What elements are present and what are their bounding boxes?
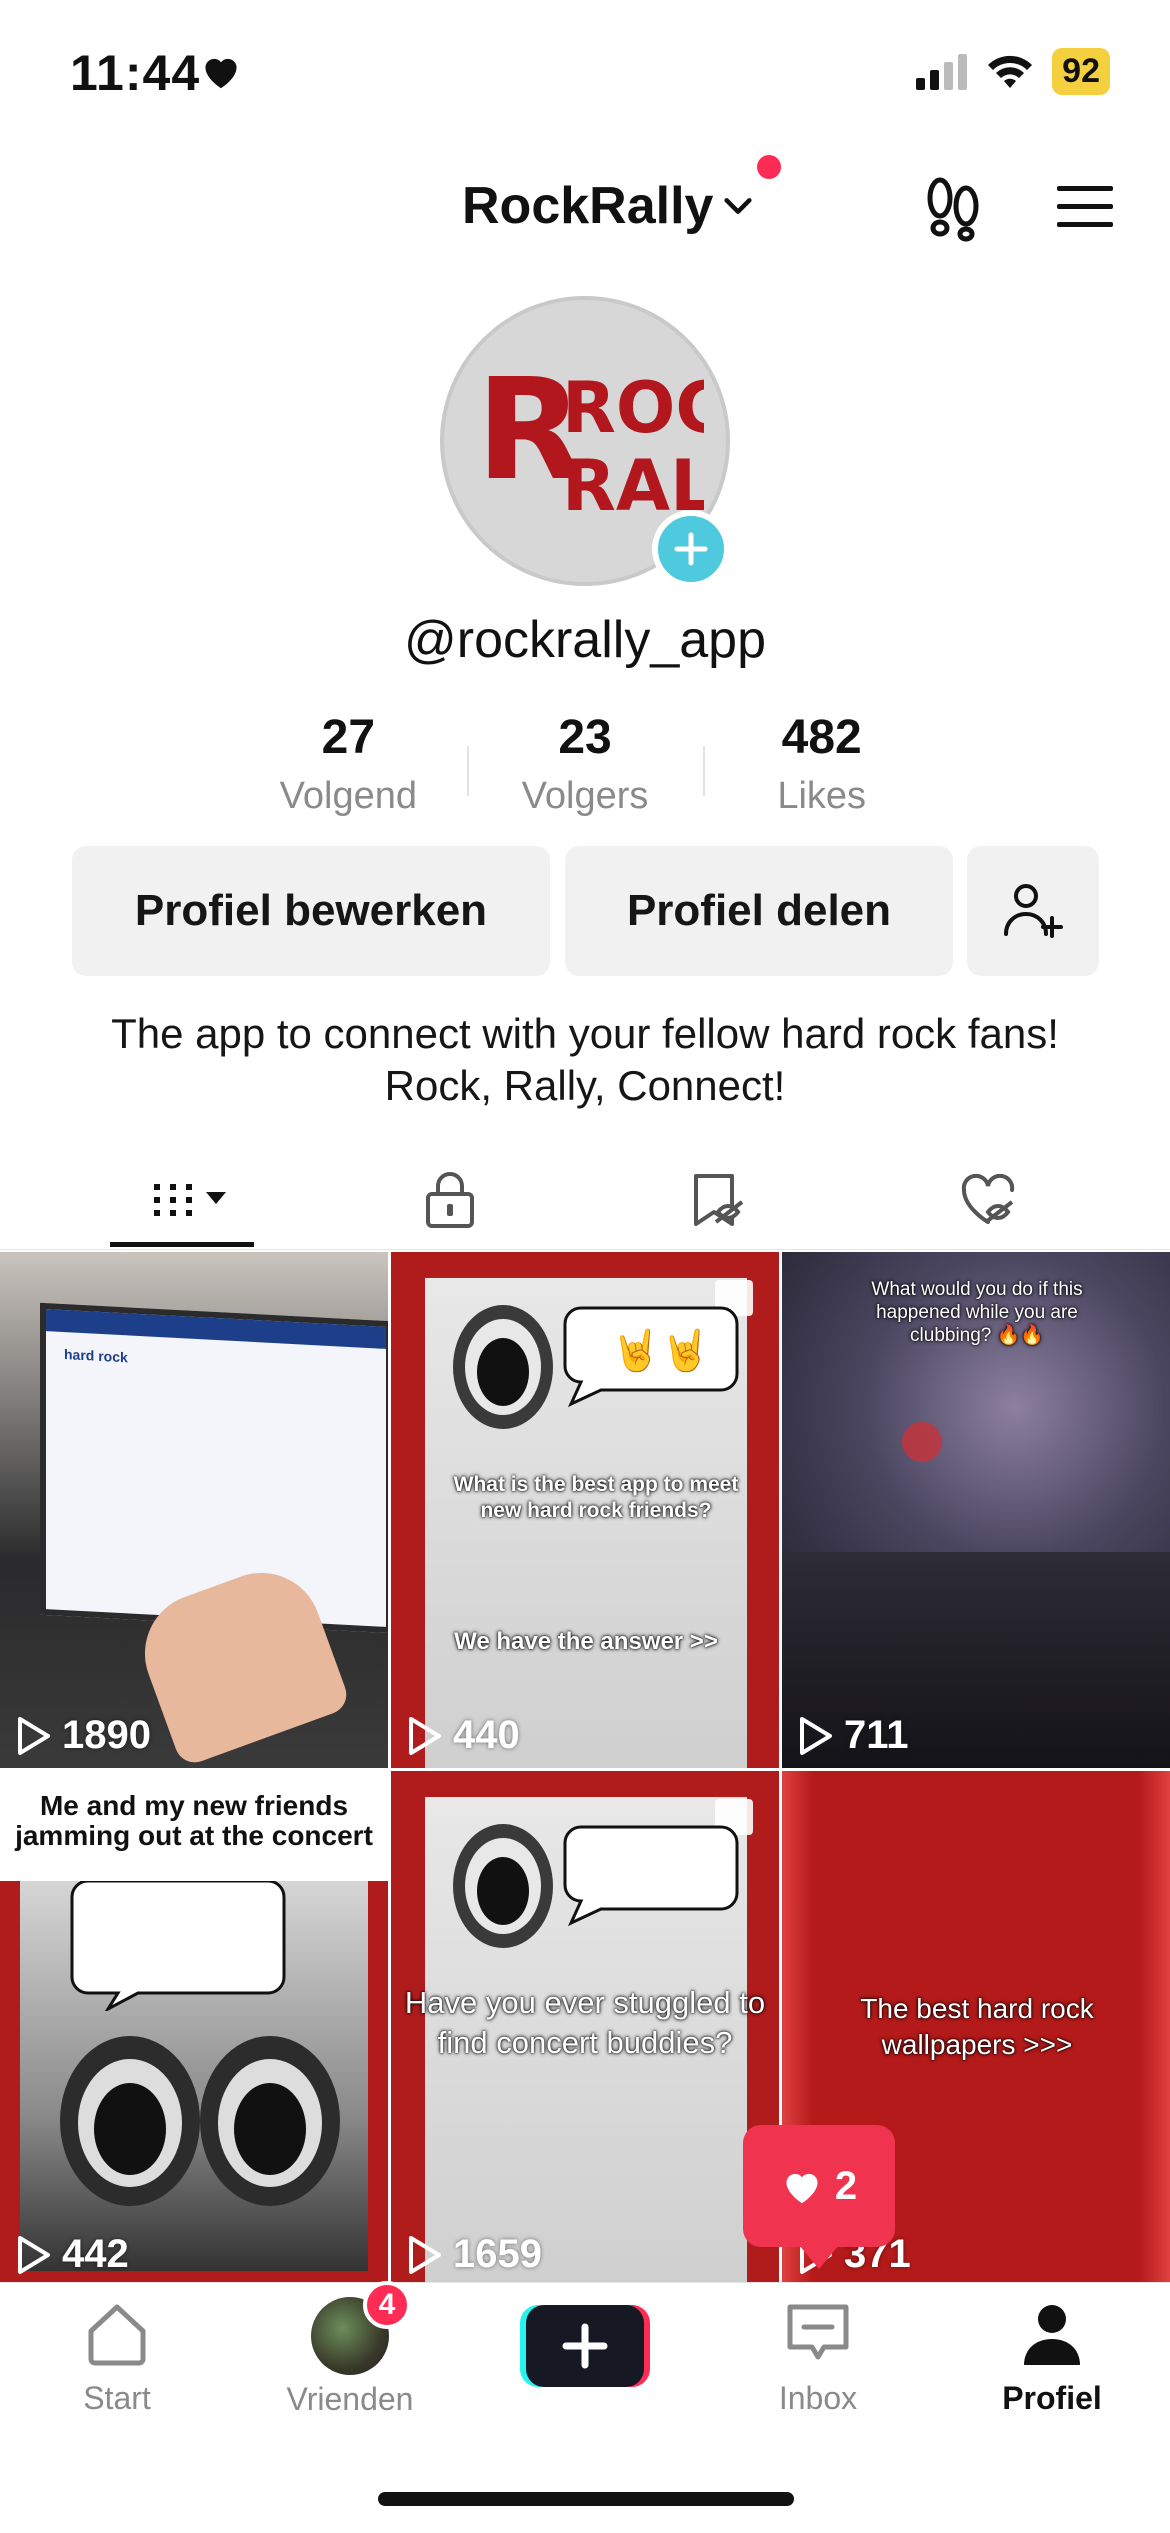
tabs-divider: [0, 1249, 1170, 1250]
create-button[interactable]: [520, 2305, 650, 2387]
tab-saved[interactable]: [660, 1150, 780, 1250]
speech-bubble: [563, 1825, 739, 1927]
like-count: 2: [834, 2163, 858, 2208]
play-icon: [18, 2235, 50, 2274]
friends-badge: 4: [363, 2281, 411, 2329]
battery-indicator: 92: [1052, 48, 1110, 95]
stat-followers[interactable]: 23 Volgers: [466, 710, 704, 818]
nav-inbox[interactable]: Inbox: [718, 2297, 918, 2417]
account-switcher[interactable]: RockRally: [462, 176, 755, 236]
tab-liked[interactable]: [930, 1150, 1050, 1250]
speech-bubble: [70, 1881, 286, 2011]
video-tile[interactable]: hard rock 1890: [0, 1252, 388, 1768]
view-count: 442: [16, 2232, 129, 2277]
play-icon: [409, 1716, 441, 1755]
play-icon: [18, 1716, 50, 1755]
video-caption: Have you ever stuggled to find concert b…: [404, 1985, 766, 2060]
grid-icon: [154, 1184, 226, 1216]
nav-friends[interactable]: 4 Vrienden: [250, 2281, 450, 2418]
username: @rockrally_app: [403, 611, 767, 669]
heart-hidden-icon: [961, 1173, 1015, 1224]
nav-label: Vrienden: [286, 2381, 414, 2417]
svg-text:ROCK: ROCK: [562, 367, 704, 449]
play-icon: [409, 2235, 441, 2274]
active-tab-indicator: [110, 1242, 254, 1247]
mouths-image: [60, 2036, 340, 2206]
add-friend-button[interactable]: [967, 846, 1099, 976]
profile-bio: The app to connect with your fellow hard…: [111, 1010, 1059, 1109]
video-caption: What would you do if this happened while…: [871, 1279, 1083, 1346]
svg-text:🤘🤘: 🤘🤘: [611, 1326, 711, 1374]
notification-dot: [757, 155, 781, 179]
video-question: What is the best app to meet new hard ro…: [453, 1473, 739, 1522]
stat-label: Likes: [777, 775, 867, 817]
video-tile[interactable]: What would you do if this happened while…: [782, 1252, 1170, 1768]
edit-profile-button[interactable]: Profiel bewerken: [72, 846, 550, 976]
stat-value: 23: [558, 711, 612, 764]
share-profile-button[interactable]: Profiel delen: [565, 846, 953, 976]
stat-following[interactable]: 27 Volgend: [230, 710, 467, 818]
chevron-down-icon: [724, 198, 753, 214]
inbox-icon: [787, 2304, 849, 2360]
video-tile[interactable]: Have you ever stuggled to find concert b…: [391, 1771, 779, 2287]
add-story-button[interactable]: [652, 510, 730, 588]
mouth-image: [453, 1305, 553, 1429]
add-person-icon: [1004, 884, 1063, 938]
nav-label: Inbox: [778, 2380, 858, 2416]
speech-bubble: 🤘🤘: [563, 1306, 739, 1408]
profile-icon: [1024, 2305, 1080, 2365]
bookmark-hidden-icon: [694, 1174, 744, 1226]
home-indicator: [378, 2492, 794, 2506]
stat-value: 482: [781, 711, 862, 764]
rockrally-logo: R ROCK RALLY: [476, 360, 704, 527]
nav-profile[interactable]: Profiel: [952, 2297, 1152, 2417]
stat-value: 27: [321, 711, 376, 764]
home-icon: [88, 2304, 146, 2366]
heart-status-icon: [205, 58, 237, 89]
profile-stats: 27 Volgend 23 Volgers 482 Likes: [230, 710, 940, 818]
wifi-icon: [988, 55, 1033, 88]
video-tile[interactable]: Me and my new friends jamming out at the…: [0, 1771, 388, 2287]
status-time: 11:44: [70, 45, 201, 101]
signal-icon: [916, 53, 968, 90]
view-count: 440: [407, 1713, 520, 1758]
view-count: 1890: [16, 1713, 151, 1758]
nav-label: Start: [83, 2380, 151, 2416]
laptop-screen: hard rock: [40, 1302, 388, 1634]
like-notification[interactable]: 2: [743, 2125, 895, 2269]
friends-avatar: 4: [311, 2281, 411, 2375]
plus-icon: [674, 532, 708, 566]
video-tile[interactable]: 🤘🤘 What is the best app to meet new hard…: [391, 1252, 779, 1768]
tab-private[interactable]: [390, 1150, 510, 1250]
play-icon: [800, 1716, 832, 1755]
tab-videos[interactable]: [122, 1150, 242, 1250]
heart-icon: [786, 2173, 818, 2204]
nav-label: Profiel: [1002, 2380, 1102, 2416]
stat-likes[interactable]: 482 Likes: [703, 710, 940, 818]
view-count: 711: [798, 1713, 909, 1758]
status-indicators: 92: [916, 48, 1110, 95]
nav-start[interactable]: Start: [17, 2297, 217, 2417]
view-count: 1659: [407, 2232, 542, 2277]
stat-label: Volgend: [279, 775, 418, 817]
stage-light: [902, 1422, 942, 1462]
account-name: RockRally: [462, 177, 714, 235]
footprint-icon[interactable]: [918, 172, 988, 242]
video-caption: Me and my new friends jamming out at the…: [15, 1790, 373, 1851]
lock-icon: [426, 1172, 474, 1228]
video-answer: We have the answer >>: [454, 1628, 718, 1655]
menu-icon[interactable]: [1055, 182, 1115, 232]
mouth-image: [453, 1824, 553, 1948]
stat-label: Volgers: [521, 775, 649, 817]
profile-tabs: [0, 1150, 1170, 1250]
video-caption: The best hard rock wallpapers >>>: [860, 1993, 1094, 2060]
